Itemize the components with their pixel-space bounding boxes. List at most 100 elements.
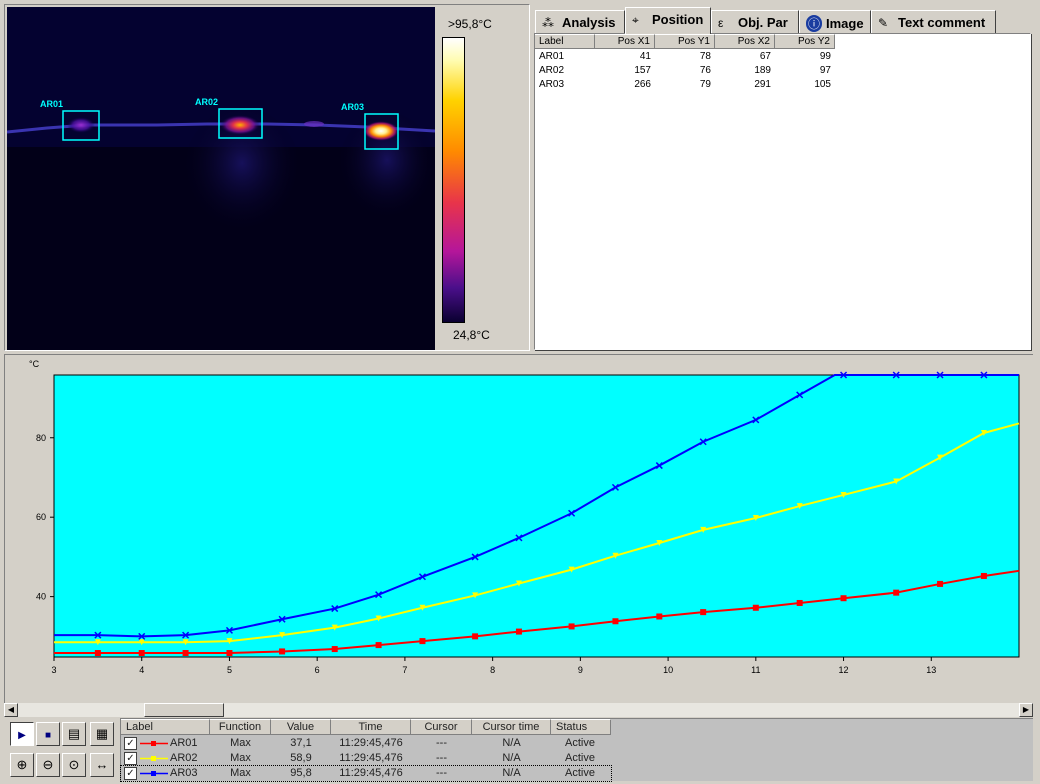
x-tick-label: 3 (51, 665, 56, 675)
x-tick-label: 6 (315, 665, 320, 675)
stop-icon: ■ (44, 730, 52, 741)
tab-label: Text comment (898, 15, 986, 30)
legend-cell-label: AR03 (170, 767, 198, 779)
data-point-ar01 (182, 650, 189, 657)
legend-cell-status: Active (565, 767, 595, 779)
tab-position[interactable]: ⌖ Position (625, 7, 711, 34)
legend-column-header[interactable]: Status (551, 719, 611, 735)
tab-strip: ⁂ Analysis ⌖ Position ε Obj. Par ⓘ Image ✎ Text c… (533, 7, 1033, 34)
position-cell: 41 (639, 51, 651, 62)
thermal-image-panel: AR01 AR02 AR03 >95,8°C 24,8°C (4, 4, 530, 351)
position-cell: AR01 (539, 51, 565, 62)
text-comment-icon: ✎ (878, 16, 889, 30)
scrollbar-thumb[interactable] (144, 703, 224, 717)
legend-cell-value: 37,1 (290, 737, 312, 749)
data-point-ar01 (375, 642, 382, 649)
series-legend-table: Label Function Value Time Cursor Cursor time S… (120, 718, 1033, 782)
x-tick-label: 9 (578, 665, 583, 675)
position-column-header[interactable]: Label (535, 34, 595, 49)
position-cell: 97 (819, 65, 831, 76)
legend-cell-cursor: --- (436, 752, 447, 764)
data-point-ar01 (840, 595, 847, 602)
x-tick-label: 12 (839, 665, 849, 675)
data-point-ar01 (94, 650, 101, 657)
position-column-header[interactable]: Pos X2 (715, 34, 775, 49)
tab-label: Image (826, 16, 864, 31)
stop-button[interactable]: ■ (36, 722, 60, 746)
play-button[interactable]: ▶ (10, 722, 34, 746)
tab-text-comment[interactable]: ✎ Text comment (871, 10, 996, 33)
legend-cell-function: Max (230, 767, 251, 779)
scroll-right-button[interactable]: ▶ (1019, 703, 1033, 717)
legend-column-header[interactable]: Function (210, 719, 271, 735)
play-icon: ▶ (18, 730, 26, 741)
data-point-ar01 (515, 628, 522, 635)
legend-column-header[interactable]: Time (331, 719, 411, 735)
legend-column-header[interactable]: Cursor (411, 719, 472, 735)
tab-analysis[interactable]: ⁂ Analysis (535, 10, 625, 33)
zoom-in-button[interactable]: ⊕ (10, 753, 34, 777)
series-line-swatch (140, 756, 168, 761)
pan-button[interactable]: ↔ (90, 753, 114, 777)
legend-column-header[interactable]: Cursor time (472, 719, 551, 735)
legend-row-ar03[interactable]: ✓ AR03 Max 95,8 11:29:45,476 --- N/A Active (120, 765, 612, 782)
legend-row-ar02[interactable]: ✓ AR02 Max 58,9 11:29:45,476 --- N/A Active (121, 751, 611, 766)
chart-settings-button[interactable]: ▤ (62, 722, 86, 746)
position-cell: 157 (634, 65, 651, 76)
legend-column-header[interactable]: Value (271, 719, 331, 735)
y-axis-unit: °C (29, 359, 40, 369)
legend-column-header[interactable]: Label (121, 719, 210, 735)
position-cell: 67 (759, 51, 771, 62)
trend-chart[interactable]: °C 40 60 80 3 4 5 6 7 8 9 10 11 12 13 (5, 355, 1034, 704)
scale-min-label: 24,8°C (453, 328, 490, 342)
legend-cell-status: Active (565, 737, 595, 749)
tab-obj-par[interactable]: ε Obj. Par (711, 10, 799, 33)
data-point-ar01 (568, 623, 575, 630)
plot-area[interactable] (53, 374, 1020, 658)
zoom-out-button[interactable]: ⊖ (36, 753, 60, 777)
zoom-fit-button[interactable]: ⊙ (62, 753, 86, 777)
position-row[interactable]: AR01 41 78 67 99 (535, 50, 835, 64)
legend-cell-time: 11:29:45,476 (339, 767, 403, 779)
data-point-ar01 (226, 650, 233, 657)
series-visible-checkbox[interactable]: ✓ (124, 767, 137, 780)
position-cell: 78 (699, 51, 711, 62)
x-tick-label: 11 (751, 665, 760, 675)
position-column-header[interactable]: Pos X1 (595, 34, 655, 49)
data-point-ar01 (279, 648, 286, 655)
scroll-left-button[interactable]: ◀ (4, 703, 18, 717)
arrow-left-icon: ◀ (7, 705, 15, 714)
position-cell: 99 (819, 51, 831, 62)
position-cell: AR02 (539, 65, 565, 76)
thermal-image[interactable]: AR01 AR02 AR03 (7, 7, 435, 350)
series-line-swatch (140, 741, 168, 746)
export-icon: ▦ (95, 726, 109, 741)
data-point-ar01 (138, 650, 145, 657)
chart-horizontal-scrollbar[interactable]: ◀ ▶ (4, 703, 1033, 717)
legend-cell-function: Max (230, 737, 251, 749)
area-label-ar01: AR01 (40, 99, 63, 109)
series-visible-checkbox[interactable]: ✓ (124, 737, 137, 750)
series-visible-checkbox[interactable]: ✓ (124, 752, 137, 765)
position-column-header[interactable]: Pos Y2 (775, 34, 835, 49)
position-row[interactable]: AR03 266 79 291 105 (535, 78, 835, 92)
data-point-ar01 (472, 633, 479, 640)
data-point-ar01 (700, 609, 707, 616)
legend-cell-cursor: --- (436, 737, 447, 749)
legend-row-ar01[interactable]: ✓ AR01 Max 37,1 11:29:45,476 --- N/A Active (121, 736, 611, 751)
data-point-ar01 (612, 618, 619, 625)
position-column-header[interactable]: Pos Y1 (655, 34, 715, 49)
position-row[interactable]: AR02 157 76 189 97 (535, 64, 835, 78)
tab-label: Obj. Par (738, 15, 788, 30)
data-point-ar01 (419, 638, 426, 645)
zoom-fit-icon: ⊙ (68, 757, 80, 772)
tab-image[interactable]: ⓘ Image (799, 10, 871, 33)
zoom-out-icon: ⊖ (42, 757, 54, 772)
legend-cell-cursor: --- (436, 767, 447, 779)
zoom-in-icon: ⊕ (16, 757, 28, 772)
data-point-ar01 (331, 646, 338, 653)
temperature-color-bar (442, 37, 465, 323)
position-list[interactable]: Label Pos X1 Pos Y1 Pos X2 Pos Y2 AR01 41 78 67… (534, 33, 1031, 350)
export-button[interactable]: ▦ (90, 722, 114, 746)
data-point-ar01 (893, 589, 900, 596)
